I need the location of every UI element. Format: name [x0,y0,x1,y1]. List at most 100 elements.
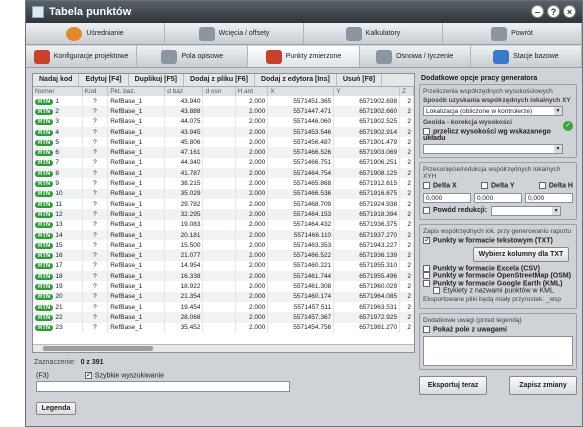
fast-search-checkbox[interactable] [84,370,92,379]
table-row[interactable]: RTN 21? RefBase_1 19.454 2.000 5571457.511 657… [33,301,414,313]
delta-h-input[interactable]: 0,000 [525,192,573,203]
table-row[interactable]: RTN 17? RefBase_1 14.954 2.000 5571460.221 657… [33,260,414,272]
table-cell: 2 [399,322,414,333]
table-cell: RefBase_1 [107,322,166,333]
cell-number: RTN 11 [33,198,83,210]
column-header[interactable]: Z [399,87,414,96]
delta-y-input[interactable]: 0,000 [474,192,522,203]
table-cell: 19.454 [164,301,204,313]
column-header[interactable]: Pkt. baz. [107,87,166,96]
delta-y-checkbox[interactable] [481,182,488,190]
rtn-badge: RTN [35,294,54,301]
notes-textarea[interactable] [423,335,573,366]
table-row[interactable]: RTN 10? RefBase_1 35.029 2.000 5571466.536 657… [33,188,414,199]
table-row[interactable]: RTN 20? RefBase_1 21.354 2.000 5571460.174 657… [33,291,414,302]
reduction-select[interactable]: ▼ [491,205,562,216]
method-select[interactable]: Lokalizacja (obliczone w kontrolerze) ▼ [423,106,563,116]
reduction-checkbox[interactable] [423,207,430,215]
column-header[interactable]: Numer [33,87,83,96]
geoid-checkbox[interactable] [423,128,430,135]
horizontal-scrollbar[interactable] [33,344,414,352]
delta-x-input[interactable]: 0,000 [423,192,471,203]
txt-checkbox[interactable] [423,235,431,244]
osm-checkbox[interactable] [423,272,430,280]
duplicate-button[interactable]: Duplikuj [F5] [129,74,185,86]
nav-descriptive-fields[interactable]: Pola opisowe [137,46,249,67]
table-row[interactable]: RTN 6? RefBase_1 47.161 2.000 5571466.526 6571… [33,147,414,158]
selection-label: Zaznaczenie: [34,359,76,366]
kml-names-checkbox[interactable] [433,287,440,295]
search-input[interactable] [36,381,290,393]
nav-offsets[interactable]: Wcięcia / offsety [165,23,304,44]
table-row[interactable]: RTN 19? RefBase_1 18.922 2.000 5571461.308 657… [33,281,414,292]
table-row[interactable]: RTN 11? RefBase_1 29.782 2.000 5571468.709 657… [33,198,414,210]
show-notes-checkbox[interactable] [423,326,430,334]
export-now-button[interactable]: Eksportuj teraz [419,375,487,395]
save-changes-button[interactable]: Zapisz zmiany [509,375,577,395]
table-row[interactable]: RTN 8? RefBase_1 41.787 2.000 5571464.754 6571… [33,168,414,179]
add-from-file-button[interactable]: Dodaj z pliku [F6] [184,74,255,86]
help-button[interactable]: ? [547,5,560,18]
minimize-button[interactable]: – [531,5,544,18]
table-row[interactable]: RTN 13? RefBase_1 19.083 2.000 5571464.432 657… [33,219,414,230]
table-row[interactable]: RTN 7? RefBase_1 44.340 2.000 5571466.751 6571… [33,157,414,169]
edit-button[interactable]: Edytuj [F4] [79,74,129,86]
table-row[interactable]: RTN 3? RefBase_1 44.075 2.000 5571446.060 6571… [33,116,414,127]
table-cell: 5571457.511 [267,301,335,313]
geoid-select[interactable]: ▼ [423,144,563,155]
table-cell: 2.000 [235,178,269,189]
table-row[interactable]: RTN 23? RefBase_1 35.452 2.000 5571454.756 657… [33,322,414,333]
table-row[interactable]: RTN 22? RefBase_1 28.068 2.000 5571457.367 657… [33,312,414,323]
scroll-thumb[interactable] [43,346,153,351]
kml-checkbox[interactable] [423,279,430,287]
select-columns-button[interactable]: Wybierz kolumny dla TXT [473,247,569,263]
table-row[interactable]: RTN 18? RefBase_1 16.338 2.000 5571461.744 657… [33,271,414,282]
table-cell: 5571454.756 [267,322,335,333]
delta-h-checkbox[interactable] [538,182,546,190]
assign-code-button[interactable]: Nadaj kod [33,74,80,86]
table-row[interactable]: RTN 9? RefBase_1 38.215 2.000 5571465.868 6571… [33,178,414,189]
table-row[interactable]: RTN 4? RefBase_1 43.945 2.000 5571453.546 6571… [33,126,414,138]
nav-measured-points[interactable]: Punkty zmierzone [248,46,360,67]
column-header[interactable]: X [267,87,335,96]
table-cell: 5571460.221 [267,260,335,272]
delete-button[interactable]: Usuń [F8] [337,74,383,86]
table-cell [202,240,236,251]
legend-button[interactable]: Legenda [36,402,76,416]
table-row[interactable]: RTN 14? RefBase_1 20.181 2.000 5571466.110 657… [33,229,414,241]
nav-averaging[interactable]: Uśrednianie [26,23,165,44]
cell-number: RTN 13 [33,219,83,230]
table-cell: 6571912.615 [333,178,401,189]
table-row[interactable]: RTN 2? RefBase_1 43.888 2.000 5571447.471 6571… [33,106,414,117]
confirm-check-icon[interactable]: ✓ [563,121,573,131]
nav-calculators[interactable]: Kalkulatory [304,23,443,44]
nav-project-config[interactable]: Konfiguracje projektowe [26,46,138,67]
point-number: 19 [55,282,63,290]
csv-checkbox[interactable] [423,265,430,273]
table-row[interactable]: RTN 5? RefBase_1 45.806 2.000 5571456.487 6571… [33,137,414,148]
nav-network-stakeout[interactable]: Osnowa / tyczenie [360,46,471,67]
table-row[interactable]: RTN 16? RefBase_1 21.077 2.000 5571466.522 657… [33,250,414,261]
table-row[interactable]: RTN 15? RefBase_1 15.500 2.000 5571463.353 657… [33,240,414,251]
table-row[interactable]: RTN 1? RefBase_1 43.940 2.000 5571451.365 6571… [33,96,414,107]
close-button[interactable]: × [563,5,576,18]
table-cell: ? [82,260,109,272]
table-row[interactable]: RTN 12? RefBase_1 32.295 2.000 5571464.153 657… [33,209,414,220]
column-header[interactable]: d osn [202,87,236,96]
add-from-editor-button[interactable]: Dodaj z edytora [Ins] [255,74,337,86]
nav-back[interactable]: Powrót [443,23,582,44]
suffix-note: Eksportowane pliki będą miały przyrostek… [423,296,562,304]
table-cell [202,178,236,189]
rtn-badge: RTN [35,191,54,198]
nav-base-stations[interactable]: Stacje bazowe [471,46,582,67]
column-header[interactable]: H ant [235,87,269,96]
cell-number: RTN 10 [33,188,83,199]
point-number: 6 [55,149,59,157]
column-header[interactable]: d baz [164,87,204,96]
column-header[interactable]: Y [333,87,401,96]
point-number: 12 [55,210,63,218]
delta-x-checkbox[interactable] [423,182,430,190]
table-cell: 2.000 [235,96,269,107]
table-cell: 6571902.914 [333,126,401,138]
column-header[interactable]: Kod [82,87,109,96]
